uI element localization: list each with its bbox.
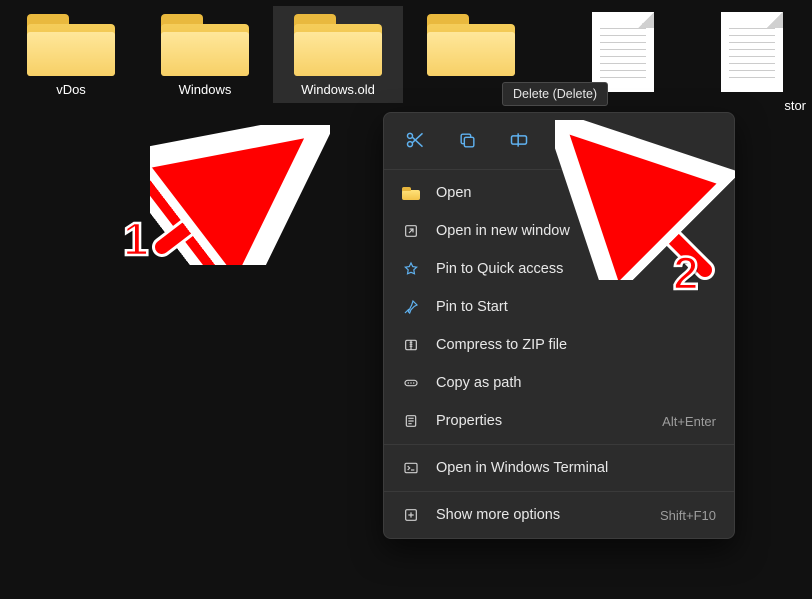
menu-label: Show more options: [436, 507, 560, 523]
folder-icon: [27, 14, 115, 76]
path-icon: [402, 374, 420, 392]
textfile-icon: [592, 12, 654, 92]
menu-shortcut: Alt+Enter: [662, 414, 716, 429]
pin-icon: [402, 298, 420, 316]
item-label: stor: [692, 98, 812, 113]
menu-label: Compress to ZIP file: [436, 337, 567, 353]
menu-show-more-options[interactable]: Show more options Shift+F10: [384, 496, 734, 534]
more-icon: [402, 506, 420, 524]
folder-item-windows-old[interactable]: Windows.old: [273, 6, 403, 103]
annotation-arrow-2: [555, 120, 735, 280]
menu-compress-zip[interactable]: Compress to ZIP file: [384, 326, 734, 364]
copy-icon: [458, 131, 477, 150]
annotation-number-2: 2: [673, 246, 699, 300]
menu-label: Open in Windows Terminal: [436, 460, 608, 476]
item-label: vDos: [6, 82, 136, 97]
textfile-icon: [721, 12, 783, 92]
menu-label: Properties: [436, 413, 502, 429]
copy-button[interactable]: [452, 125, 482, 155]
folder-icon: [294, 14, 382, 76]
menu-label: Copy as path: [436, 375, 521, 391]
scissors-icon: [405, 130, 425, 150]
file-item-stor[interactable]: stor: [692, 4, 812, 119]
rename-icon: [509, 130, 529, 150]
new-window-icon: [402, 222, 420, 240]
annotation-arrow-1: [150, 125, 330, 265]
folder-icon: [161, 14, 249, 76]
menu-copy-path[interactable]: Copy as path: [384, 364, 734, 402]
properties-icon: [402, 412, 420, 430]
folder-item-windows[interactable]: Windows: [140, 6, 270, 103]
folder-icon: [427, 14, 515, 76]
menu-label: Open: [436, 185, 471, 201]
star-icon: [402, 260, 420, 278]
zip-icon: [402, 336, 420, 354]
menu-label: Open in new window: [436, 223, 570, 239]
tooltip-delete: Delete (Delete): [502, 82, 608, 106]
menu-label: Pin to Start: [436, 299, 508, 315]
folder-item-unnamed[interactable]: [406, 6, 536, 88]
folder-open-icon: [402, 184, 420, 202]
menu-open-terminal[interactable]: Open in Windows Terminal: [384, 449, 734, 487]
menu-label: Pin to Quick access: [436, 261, 563, 277]
item-label: Windows: [140, 82, 270, 97]
annotation-number-1: 1: [123, 212, 149, 266]
menu-properties[interactable]: Properties Alt+Enter: [384, 402, 734, 440]
rename-button[interactable]: [504, 125, 534, 155]
folder-item-vdos[interactable]: vDos: [6, 6, 136, 103]
cut-button[interactable]: [400, 125, 430, 155]
menu-shortcut: Shift+F10: [660, 508, 716, 523]
terminal-icon: [402, 459, 420, 477]
item-label: Windows.old: [273, 82, 403, 97]
